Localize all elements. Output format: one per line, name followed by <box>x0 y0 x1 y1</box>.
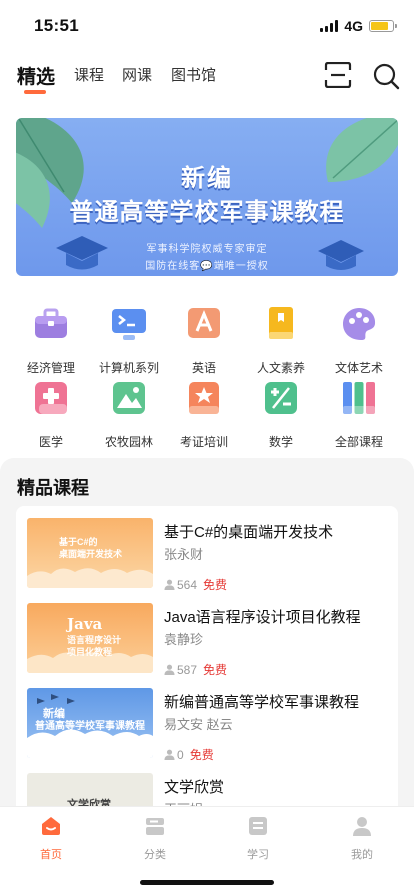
promo-banner[interactable]: 新编 普通高等学校军事课教程 军事科学院权威专家审定 国防在线客💬端唯一授权 <box>16 118 398 276</box>
course-title: 新编普通高等学校军事课教程 <box>164 694 360 711</box>
category-label: 人文素养 <box>256 361 305 375</box>
status-time: 15:51 <box>34 16 79 35</box>
thumbnail-title: 普通高等学校军事课教程 <box>35 721 145 732</box>
person-icon <box>164 749 175 760</box>
profile-icon <box>353 817 371 836</box>
status-bar: 15:51 4G <box>0 0 414 48</box>
category-economics[interactable]: 经济管理 <box>10 304 92 376</box>
bottom-tab-label: 首页 <box>40 849 62 861</box>
home-icon <box>42 817 60 835</box>
bottom-tab-label: 学习 <box>247 849 269 861</box>
section-title: 精品课程 <box>17 478 89 498</box>
tab-online-classes[interactable]: 网课 <box>122 64 152 85</box>
enrollment-count: 0 <box>177 747 184 762</box>
category-label: 经济管理 <box>26 361 75 375</box>
category-label: 计算机系列 <box>98 361 159 375</box>
category-label: 英语 <box>191 361 216 375</box>
bottom-tab-category[interactable]: 分类 <box>125 815 185 862</box>
battery-level <box>371 22 388 30</box>
course-title: 基于C#的桌面端开发技术 <box>164 524 334 541</box>
category-label: 全部课程 <box>334 435 383 449</box>
course-author: 袁静珍 <box>164 632 204 647</box>
category-label: 医学 <box>38 435 63 449</box>
category-all[interactable]: 全部课程 <box>318 378 400 450</box>
category-math[interactable]: 数学 <box>240 378 322 450</box>
battery-icon <box>369 20 397 32</box>
status-indicators: 4G <box>320 18 397 34</box>
medical-cross-icon <box>35 382 67 414</box>
thumbnail-title: 新编 <box>43 708 65 720</box>
category-agriculture[interactable]: 农牧园林 <box>88 378 170 450</box>
category-medicine[interactable]: 医学 <box>10 378 92 450</box>
scan-icon[interactable] <box>324 62 352 88</box>
category-label: 文体艺术 <box>334 361 383 375</box>
all-courses-icon <box>343 382 375 414</box>
tab-courses[interactable]: 课程 <box>74 64 104 85</box>
banner-subtitle-line1: 军事科学院权威专家审定 <box>146 244 268 255</box>
thumbnail-title: 项目化教程 <box>67 647 113 657</box>
bottom-tab-home[interactable]: 首页 <box>21 815 81 862</box>
home-indicator[interactable] <box>140 880 274 885</box>
briefcase-icon <box>35 308 67 338</box>
letter-a-icon <box>188 308 220 338</box>
banner-title-line2: 普通高等学校军事课教程 <box>69 199 345 226</box>
top-nav: 精选 课程 网课 图书馆 <box>0 56 414 100</box>
category-english[interactable]: 英语 <box>163 304 245 376</box>
course-item[interactable]: 新编 普通高等学校军事课教程 新编普通高等学校军事课教程 易文安 赵云 0 免费 <box>16 676 398 762</box>
bottom-tab-label: 我的 <box>351 849 373 861</box>
course-item[interactable]: Java 语言程序设计 项目化教程 Java语言程序设计项目化教程 袁静珍 58… <box>16 591 398 677</box>
network-type: 4G <box>344 18 363 34</box>
monitor-icon <box>112 309 146 340</box>
course-thumbnail: Java 语言程序设计 项目化教程 <box>27 603 153 673</box>
tab-featured[interactable]: 精选 <box>17 62 55 89</box>
thumbnail-title: Java <box>67 615 103 633</box>
person-icon <box>164 664 175 675</box>
category-humanities[interactable]: 人文素养 <box>240 304 322 376</box>
category-certification[interactable]: 考证培训 <box>163 378 245 450</box>
person-icon <box>164 579 175 590</box>
banner-subtitle-line2: 国防在线客💬端唯一授权 <box>145 261 269 272</box>
course-title: Java语言程序设计项目化教程 <box>164 609 361 626</box>
banner-title-line1: 新编 <box>181 165 233 192</box>
category-label: 农牧园林 <box>104 435 153 449</box>
study-icon <box>249 817 267 835</box>
enrollment-count: 564 <box>177 577 198 592</box>
bottom-tab-label: 分类 <box>144 849 166 861</box>
signal-icon <box>320 20 339 32</box>
enrollment-count: 587 <box>177 662 198 677</box>
palette-icon <box>343 308 376 340</box>
category-icon <box>146 818 164 835</box>
featured-courses-section: 精品课程 基于C#的 桌面端开发技术 基于C#的桌面端开发技术 张永财 564 … <box>0 458 414 826</box>
category-arts[interactable]: 文体艺术 <box>318 304 400 376</box>
category-label: 数学 <box>268 435 293 449</box>
tab-library[interactable]: 图书馆 <box>171 64 216 85</box>
course-thumbnail: 新编 普通高等学校军事课教程 <box>27 688 153 758</box>
thumbnail-title: 桌面端开发技术 <box>59 549 123 559</box>
course-list: 基于C#的 桌面端开发技术 基于C#的桌面端开发技术 张永财 564 免费 Ja… <box>16 506 398 826</box>
bottom-tab-profile[interactable]: 我的 <box>332 815 392 862</box>
course-author: 易文安 赵云 <box>164 717 233 732</box>
course-item[interactable]: 基于C#的 桌面端开发技术 基于C#的桌面端开发技术 张永财 564 免费 <box>16 506 398 592</box>
search-icon[interactable] <box>372 62 400 90</box>
course-author: 张永财 <box>164 547 204 562</box>
certificate-icon <box>189 382 219 414</box>
course-thumbnail: 基于C#的 桌面端开发技术 <box>27 518 153 588</box>
active-tab-indicator <box>24 90 46 94</box>
math-icon <box>265 382 297 414</box>
bottom-tab-study[interactable]: 学习 <box>228 815 288 862</box>
category-computer[interactable]: 计算机系列 <box>88 304 170 376</box>
landscape-icon <box>113 382 145 414</box>
thumbnail-title: 基于C#的 <box>59 537 98 547</box>
book-icon <box>269 307 293 339</box>
course-title: 文学欣赏 <box>164 779 225 796</box>
category-label: 考证培训 <box>179 435 228 449</box>
thumbnail-title: 语言程序设计 <box>67 635 122 645</box>
